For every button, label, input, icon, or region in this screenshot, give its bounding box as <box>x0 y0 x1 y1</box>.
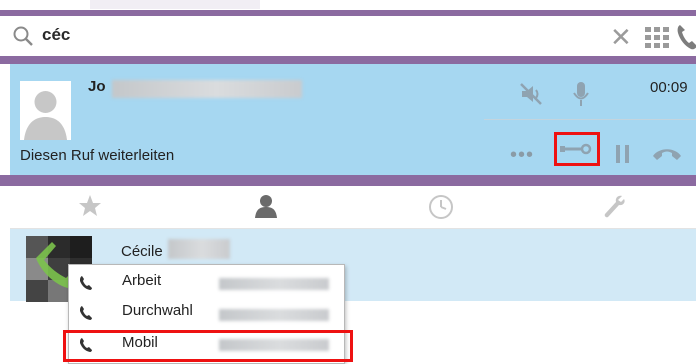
active-call-panel: Jo 00:09 Diesen Ruf weiterleiten ••• <box>10 64 696 175</box>
microphone-icon[interactable] <box>571 80 591 113</box>
more-options-icon[interactable]: ••• <box>510 144 534 167</box>
search-icon <box>12 25 34 52</box>
redacted-number <box>219 278 329 290</box>
call-timer: 00:09 <box>650 79 688 96</box>
call-phone-icon[interactable] <box>676 23 696 56</box>
phone-icon <box>79 275 93 296</box>
window-top-bar <box>0 0 696 16</box>
tab-settings-wrench-icon[interactable] <box>602 194 626 225</box>
menu-item-label: Arbeit <box>122 272 162 289</box>
redacted-title-strip <box>90 0 260 9</box>
tab-bar <box>10 186 696 229</box>
redacted-number <box>219 309 329 321</box>
search-bar[interactable]: céc ✕ <box>10 16 696 57</box>
menu-item-arbeit[interactable]: Arbeit <box>69 268 344 298</box>
contact-name: Cécile <box>121 243 163 260</box>
speaker-mute-icon[interactable] <box>519 82 545 111</box>
tab-history-clock-icon[interactable] <box>428 194 454 225</box>
search-input[interactable]: céc <box>42 25 70 45</box>
redacted-contact-name <box>168 239 230 259</box>
panel-divider <box>0 175 696 186</box>
phone-icon <box>79 305 93 326</box>
tab-contacts-person-icon[interactable] <box>255 194 277 223</box>
menu-item-label: Durchwahl <box>122 302 193 319</box>
hold-pause-icon[interactable] <box>615 144 631 169</box>
forward-call-label: Diesen Ruf weiterleiten <box>20 147 175 164</box>
dialpad-icon[interactable] <box>644 26 670 55</box>
clear-search-icon[interactable]: ✕ <box>610 22 632 53</box>
mobil-highlight-box <box>63 330 353 362</box>
header-divider <box>0 56 696 64</box>
redacted-caller-name <box>112 80 302 98</box>
transfer-call-button[interactable] <box>554 132 600 166</box>
caller-name: Jo <box>88 78 106 95</box>
hangup-icon[interactable] <box>651 146 683 167</box>
caller-avatar <box>20 81 71 140</box>
menu-item-durchwahl[interactable]: Durchwahl <box>69 298 344 328</box>
call-controls-divider <box>484 119 696 120</box>
tab-favorites-star-icon[interactable] <box>78 194 102 223</box>
